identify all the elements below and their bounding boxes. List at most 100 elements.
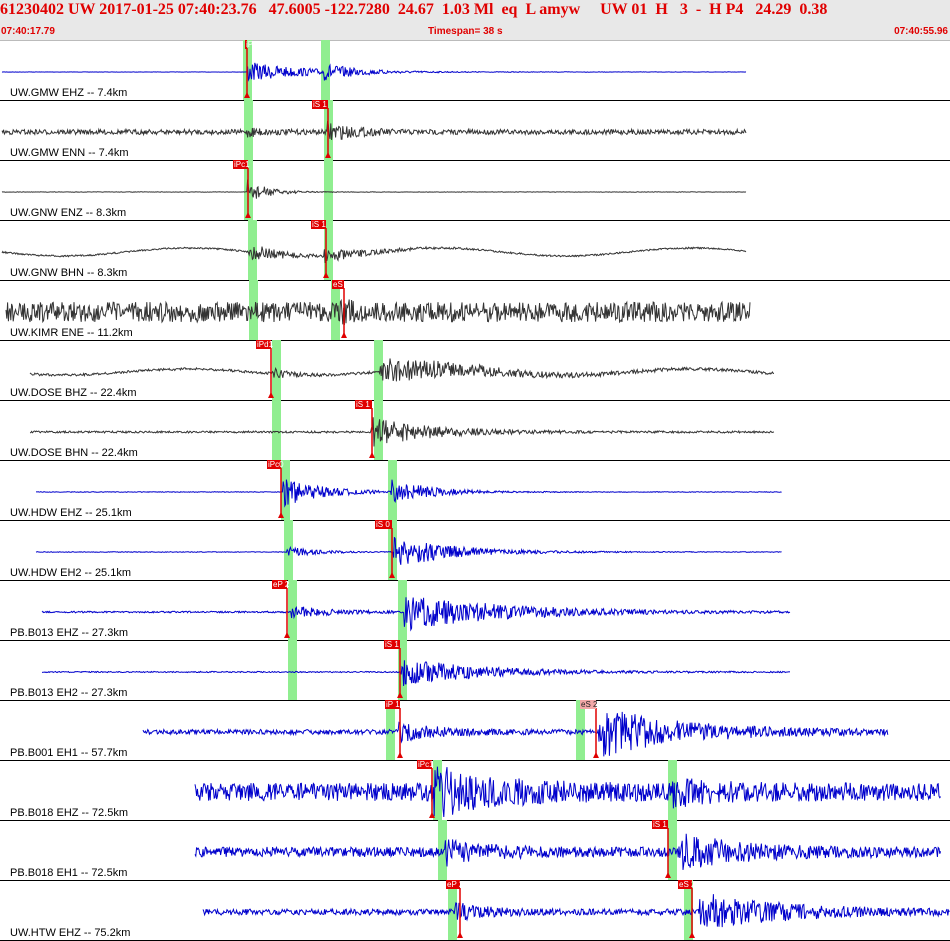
seismic-waveform [29,358,774,382]
phase-window [244,100,253,160]
pick-label: iS 1 [356,400,370,409]
trace-canvas [29,340,774,400]
phase-window [288,640,297,700]
pick-label: eS 2 [581,700,598,709]
trace-panels: iPd0 UW.GMW EHZ -- 7.4km iS 1 UW.GMW ENN --… [0,40,950,941]
pick-label-box[interactable]: iPd1 [256,340,274,349]
pick-label-box[interactable]: iS 0 [375,520,392,529]
trace-canvas [41,640,791,700]
event-header: 61230402 UW 2017-01-25 07:40:23.76 47.60… [0,0,950,41]
station-label: PB.B013 EH2 -- 27.3km [10,687,128,699]
trace-panel[interactable]: iS 1 UW.GMW ENN -- 7.4km [0,100,950,161]
pick-label: iS 1 [385,640,399,649]
trace-panel[interactable]: eP 2 eS 2 UW.HTW EHZ -- 75.2km [0,880,950,941]
station-label: UW.DOSE BHZ -- 22.4km [10,387,137,399]
seismic-waveform [35,536,782,565]
time-start: 07:40:17.79 [1,26,55,37]
pick-label-box[interactable]: eP 2 [272,580,290,589]
pick-label-box[interactable]: iPc1 [417,760,434,769]
seismic-waveform [5,298,751,326]
seismic-waveform [202,894,950,928]
trace-panel[interactable]: iPc1 UW.GNW ENZ -- 8.3km [0,160,950,221]
trace-panel[interactable]: iS 1 UW.DOSE BHN -- 22.4km [0,400,950,461]
pick-label-box[interactable]: eS 2 [678,880,696,889]
phase-window [576,700,585,760]
station-label: UW.HDW EH2 -- 25.1km [10,567,132,579]
station-label: UW.GNW BHN -- 8.3km [10,267,128,279]
trace-panel[interactable]: iPc1 PB.B018 EHZ -- 72.5km [0,760,950,821]
pick-arrow-icon [457,932,463,938]
pick-label-box[interactable]: iS 1 [355,400,372,409]
pick-label-box[interactable]: iS 1 [311,220,326,229]
seismic-waveform [1,179,747,199]
pick-label-box[interactable]: iS 1 [384,640,400,649]
trace-panel[interactable]: iS 0 UW.HDW EH2 -- 25.1km [0,520,950,581]
trace-canvas [36,460,782,520]
pick-label: iPc1 [234,160,250,169]
pick-label: iPc1 [418,760,434,769]
station-label: UW.KIMR ENE -- 11.2km [10,327,133,339]
trace-panel[interactable]: iPc0 UW.HDW EHZ -- 25.1km [0,460,950,521]
time-end: 07:40:55.96 [894,26,948,37]
trace-panel[interactable]: eP 2 PB.B013 EHZ -- 27.3km [0,580,950,641]
trace-canvas [194,760,942,820]
event-summary-line: 61230402 UW 2017-01-25 07:40:23.76 47.60… [0,1,828,18]
trace-panel[interactable]: eS 2 UW.KIMR ENE -- 11.2km [0,280,950,341]
pick-label: iPd0 [246,40,263,49]
station-label: UW.HDW EHZ -- 25.1km [10,507,132,519]
pick-label-box[interactable]: iPd0 [245,40,262,49]
pick-label: iPd1 [257,340,274,349]
pick-label-box[interactable]: iP 1 [385,700,400,709]
trace-panel[interactable]: iS 1 PB.B018 EH1 -- 72.5km [0,820,950,881]
pick-label: iPc0 [268,460,284,469]
seismic-waveform [29,417,775,447]
trace-panel[interactable]: iS 1 PB.B013 EH2 -- 27.3km [0,640,950,701]
seismic-waveform [194,833,942,870]
trace-canvas [1,160,747,220]
seismic-waveform [41,660,791,687]
pick-arrow-icon [593,752,599,758]
phase-window [272,400,281,460]
phase-window [388,460,397,520]
pick-label-box[interactable]: iS 1 [312,100,328,109]
pick-arrow-icon [397,752,403,758]
trace-panel[interactable]: iPd0 UW.GMW EHZ -- 7.4km [0,40,950,101]
trace-canvas [194,820,942,880]
pick-label: eP 2 [273,580,290,589]
pick-label-box[interactable]: iS 1 [652,820,668,829]
pick-label-box[interactable]: iPc0 [267,460,284,469]
seismic-waveform [194,766,942,818]
station-label: UW.GNW ENZ -- 8.3km [10,207,127,219]
trace-panel[interactable]: iPd1 UW.DOSE BHZ -- 22.4km [0,340,950,401]
station-label: PB.B018 EH1 -- 72.5km [10,867,128,879]
pick-label: eP 2 [447,880,464,889]
trace-canvas [35,520,782,580]
trace-panel[interactable]: iS 1 UW.GNW BHN -- 8.3km [0,220,950,281]
station-label: UW.DOSE BHN -- 22.4km [10,447,138,459]
station-label: PB.B013 EHZ -- 27.3km [10,627,128,639]
trace-canvas [41,580,791,640]
station-label: PB.B001 EH1 -- 57.7km [10,747,128,759]
seismic-waveform [1,120,747,141]
pick-label-box[interactable]: eP 2 [446,880,464,889]
pick-label-box[interactable]: eS 2 [580,700,598,709]
seismic-waveform [142,711,889,757]
pick-label: eS 2 [679,880,696,889]
phase-window [324,160,333,220]
timespan-label: Timespan= 38 s [428,26,503,37]
seismic-waveform [1,62,747,82]
trace-canvas [142,700,889,760]
pick-label-box[interactable]: eS 2 [332,280,349,289]
trace-panel[interactable]: iP 1 eS 2 PB.B001 EH1 -- 57.7km [0,700,950,761]
trace-canvas [5,280,751,340]
trace-canvas [202,880,950,940]
station-label: PB.B018 EHZ -- 72.5km [10,807,128,819]
trace-canvas [1,220,747,280]
pick-label: iS 0 [376,520,390,529]
trace-canvas [1,40,747,100]
pick-label: iS 1 [653,820,667,829]
pick-arrow-icon [341,332,347,338]
trace-canvas [29,400,775,460]
pick-label-box[interactable]: iPc1 [233,160,250,169]
seismic-waveform [36,479,782,508]
